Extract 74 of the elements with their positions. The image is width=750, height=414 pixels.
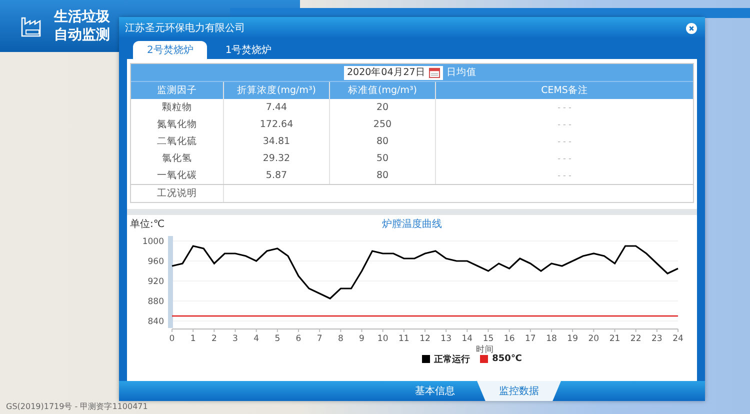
y-tick-label: 920 [148, 277, 164, 287]
table-cell: 80 [330, 133, 436, 150]
x-tick-label: 7 [316, 334, 322, 344]
table-cell: 20 [330, 99, 436, 116]
dialog-title: 江苏圣元环保电力有限公司 [125, 22, 245, 35]
nav-tab[interactable]: 基本信息 [393, 381, 477, 401]
table-cell: 7.44 [224, 99, 330, 116]
x-tick-label: 22 [630, 334, 642, 344]
table-cell-text: - - - [556, 119, 572, 131]
x-tick-label: 23 [652, 334, 662, 344]
table-cell-text: - - - [556, 102, 572, 114]
y-tick-label: 880 [148, 297, 164, 307]
x-tick-label: 20 [588, 334, 600, 344]
chart-title: 炉膛温度曲线 [382, 218, 442, 231]
x-tick-label: 1 [190, 334, 196, 344]
table-cell: 80 [330, 167, 436, 184]
x-tick-label: 8 [338, 334, 344, 344]
table-cell: 50 [330, 150, 436, 167]
x-tick-label: 4 [254, 334, 260, 344]
x-tick-label: 17 [525, 334, 536, 344]
table-cell: 172.64 [224, 116, 330, 133]
table-cell: 二氧化硫 [131, 133, 224, 150]
column-header: 标准值(mg/m³) [330, 82, 436, 99]
furnace-tab[interactable]: 2号焚烧炉 [133, 41, 208, 59]
table-cell: 工况说明 [131, 185, 224, 202]
x-tick-label: 15 [482, 334, 494, 344]
x-tick-label: 14 [462, 334, 473, 344]
table-cell-text: - - - [556, 136, 572, 148]
zoom-slider[interactable] [168, 236, 173, 328]
x-tick-label: 5 [274, 334, 280, 344]
x-tick-label: 13 [440, 334, 452, 344]
table-cell-text: - - - [556, 170, 572, 182]
table-cell: 5.87 [224, 167, 330, 184]
x-tick-label: 16 [504, 334, 515, 344]
table-cell: 一氧化碳 [131, 167, 224, 184]
x-tick-label: 11 [398, 334, 410, 344]
x-tick-label: 6 [296, 334, 302, 344]
table-cell: 34.81 [224, 133, 330, 150]
x-tick-label: 2 [211, 334, 217, 344]
y-tick-label: 1000 [142, 237, 164, 247]
column-header: 监测因子 [131, 82, 224, 99]
x-tick-label: 18 [546, 334, 557, 344]
table-cell: 氮氧化物 [131, 116, 224, 133]
header-title: 自动监测 [54, 26, 110, 44]
table-cell-text: - - - [556, 153, 572, 165]
x-tick-label: 21 [609, 334, 620, 344]
unit-label: 单位:℃ [130, 218, 165, 231]
x-tick-label: 3 [232, 334, 238, 344]
header-title: 生活垃圾 [54, 8, 110, 26]
y-tick-label: 840 [148, 317, 164, 327]
table-cell: 250 [330, 116, 436, 133]
map-attribution: GS(2019)1719号 - 甲测资字1100471 [6, 401, 148, 412]
x-tick-label: 19 [567, 334, 578, 344]
legend-label: 850℃ [492, 354, 522, 364]
x-tick-label: 12 [420, 334, 430, 344]
x-tick-label: 10 [377, 334, 388, 344]
x-tick-label: 24 [672, 334, 684, 344]
average-label: 日均值 [446, 66, 476, 79]
date-field[interactable]: 2020年04月27日 [344, 66, 444, 80]
table-cell: 氯化氢 [131, 150, 224, 167]
table-cell: 29.32 [224, 150, 330, 167]
close-icon [686, 22, 697, 34]
column-header: 折算浓度(mg/m³) [224, 82, 330, 99]
y-tick-label: 960 [148, 257, 164, 267]
x-tick-label: 0 [169, 334, 175, 344]
legend-label: 正常运行 [434, 353, 470, 366]
column-header: CEMS备注 [540, 84, 589, 98]
calendar-icon [429, 67, 440, 78]
x-tick-label: 9 [359, 334, 364, 344]
table-cell: 颗粒物 [131, 99, 224, 116]
x-axis-title: 时间 [476, 345, 494, 355]
nav-tab[interactable]: 监控数据 [477, 381, 561, 401]
furnace-tab[interactable]: 1号焚烧炉 [211, 41, 286, 59]
close-button[interactable] [686, 22, 697, 34]
